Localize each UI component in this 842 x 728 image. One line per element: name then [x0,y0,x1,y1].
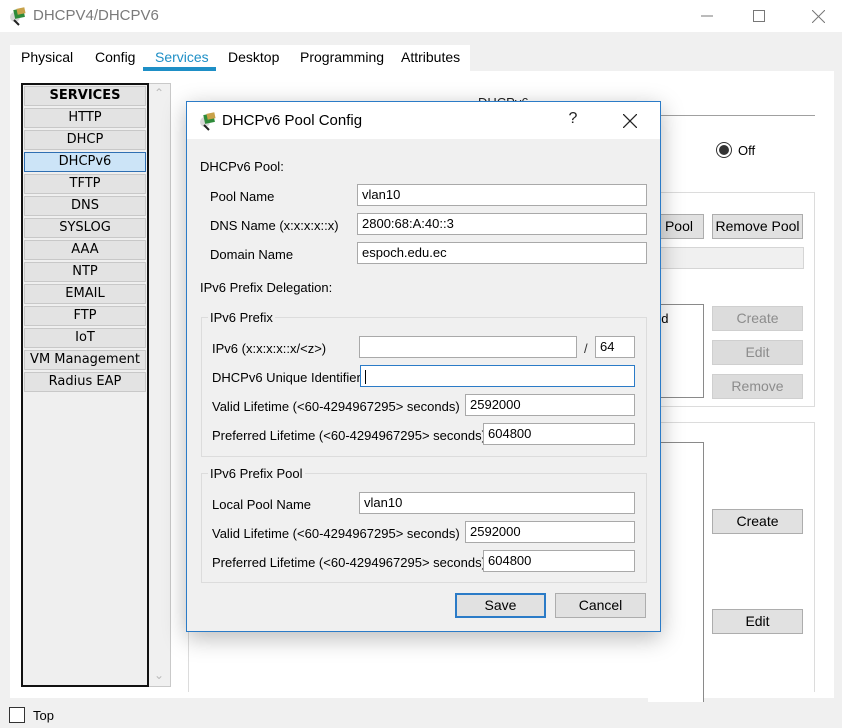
tab-attributes[interactable]: Attributes [401,49,460,65]
dialog-titlebar: DHCPv6 Pool Config ? [187,102,660,139]
dns-name-input[interactable]: 2800:68:A:40::3 [357,213,647,235]
pool-preferred-lifetime-label: Preferred Lifetime (<60-4294967295> seco… [212,555,483,570]
radio-off-label: Off [738,142,756,158]
service-item-vm-management[interactable]: VM Management [24,350,146,370]
pool-valid-lifetime-label: Valid Lifetime (<60-4294967295> seconds) [212,526,460,541]
scroll-down-icon[interactable]: ⌄ [154,668,164,682]
service-item-dhcp[interactable]: DHCP [24,130,146,150]
edit-local-pool-button[interactable]: Edit [712,609,803,634]
minimize-icon [701,15,713,17]
remove-pool-button[interactable]: Remove Pool [712,214,803,239]
dns-name-label: DNS Name (x:x:x:x::x) [210,218,339,233]
service-item-aaa[interactable]: AAA [24,240,146,260]
tab-services[interactable]: Services [155,49,209,65]
pool-list-text: ed [654,311,669,326]
service-item-dns[interactable]: DNS [24,196,146,216]
ipv6-address-input[interactable] [359,336,577,358]
service-item-tftp[interactable]: TFTP [24,174,146,194]
window-title: DHCPV4/DHCPV6 [33,7,159,24]
packet-tracer-device-icon [10,7,26,26]
preferred-lifetime-input[interactable]: 604800 [483,423,635,445]
ipv6-prefix-pool-group-title: IPv6 Prefix Pool [208,466,305,481]
top-checkbox-label: Top [33,707,54,723]
prefix-slash: / [584,341,588,356]
service-item-syslog[interactable]: SYSLOG [24,218,146,238]
service-item-ftp[interactable]: FTP [24,306,146,326]
remove-button[interactable]: Remove [712,374,803,399]
pool-section-label: DHCPv6 Pool: [200,159,284,174]
services-header: SERVICES [24,86,146,106]
pool-valid-lifetime-input[interactable]: 2592000 [465,521,635,543]
ipv6-address-label: IPv6 (x:x:x:x::x/<z>) [212,341,327,356]
domain-name-label: Domain Name [210,247,294,262]
scroll-up-icon[interactable]: ⌃ [154,86,164,100]
close-button[interactable] [795,0,841,32]
save-button[interactable]: Save [455,593,546,618]
local-pool-name-label: Local Pool Name [212,497,311,512]
edit-button[interactable]: Edit [712,340,803,365]
service-item-radius-eap[interactable]: Radius EAP [24,372,146,392]
prefix-length-input[interactable]: 64 [595,336,635,358]
services-scrollbar[interactable]: ⌃ ⌄ [149,83,171,687]
preferred-lifetime-label: Preferred Lifetime (<60-4294967295> seco… [212,428,483,443]
minimize-button[interactable] [684,0,730,32]
top-checkbox[interactable]: Top [9,707,54,723]
service-item-dhcpv6[interactable]: DHCPv6 [24,152,146,172]
help-button[interactable]: ? [561,110,585,128]
services-list: SERVICES HTTP DHCP DHCPv6 TFTP DNS SYSLO… [21,83,149,687]
service-off-radio[interactable]: Off [716,142,755,158]
service-item-iot[interactable]: IoT [24,328,146,348]
close-icon [811,9,825,23]
pool-preferred-lifetime-input[interactable]: 604800 [483,550,635,572]
pool-select[interactable]: c [648,247,804,269]
pool-list-text: e [654,327,703,343]
dialog-title: DHCPv6 Pool Config [222,112,363,129]
tab-desktop[interactable]: Desktop [228,49,279,65]
valid-lifetime-label: Valid Lifetime (<60-4294967295> seconds) [212,399,460,414]
dhcpv6-pool-config-dialog: DHCPv6 Pool Config ? DHCPv6 Pool: Pool N… [186,101,661,632]
prefix-delegation-label: IPv6 Prefix Delegation: [200,280,333,295]
radio-selected-icon [716,142,732,158]
tab-strip: Physical Config Services Desktop Program… [10,45,470,71]
service-item-ntp[interactable]: NTP [24,262,146,282]
domain-name-input[interactable]: espoch.edu.ec [357,242,647,264]
local-pool-name-input[interactable]: vlan10 [359,492,635,514]
create-button[interactable]: Create [712,306,803,331]
tab-config[interactable]: Config [95,49,135,65]
service-item-http[interactable]: HTTP [24,108,146,128]
pool-name-label: Pool Name [210,189,275,204]
pool-name-input[interactable]: vlan10 [357,184,647,206]
tab-programming[interactable]: Programming [300,49,384,65]
packet-tracer-device-icon [200,112,216,131]
maximize-button[interactable] [736,0,782,32]
ipv6-prefix-group-title: IPv6 Prefix [208,310,275,325]
text-caret [365,369,366,384]
duid-input[interactable] [360,365,635,387]
close-icon [623,114,637,128]
checkbox-unchecked-icon [9,707,25,723]
service-item-email[interactable]: EMAIL [24,284,146,304]
cancel-button[interactable]: Cancel [555,593,646,618]
valid-lifetime-input[interactable]: 2592000 [465,394,635,416]
duid-label: DHCPv6 Unique Identifier [212,370,361,385]
tab-physical[interactable]: Physical [21,49,73,65]
window-titlebar: DHCPV4/DHCPV6 [0,0,842,32]
dialog-close-button[interactable] [615,108,645,134]
maximize-icon [753,10,765,22]
create-local-pool-button[interactable]: Create [712,509,803,534]
